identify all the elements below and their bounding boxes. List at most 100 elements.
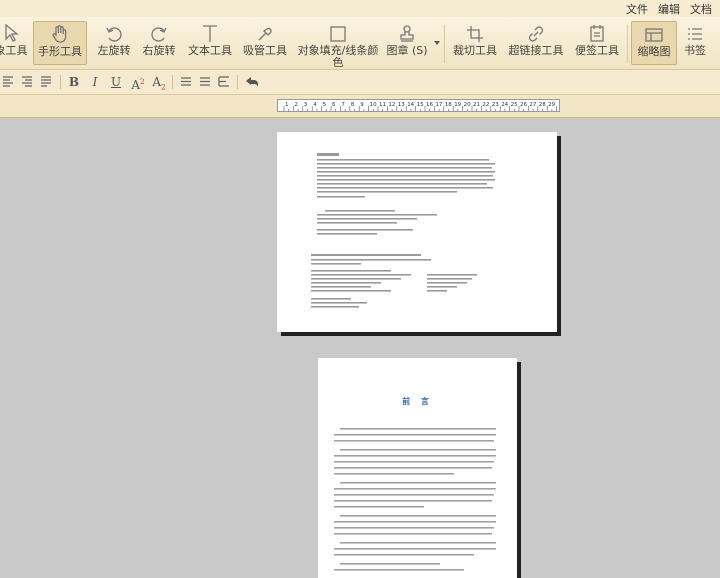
hand-tool-button[interactable]: 手形工具 (33, 21, 87, 65)
tool-label: 超链接工具 (508, 44, 564, 57)
tool-label: 书签 (684, 44, 706, 57)
eyedropper-tool-button[interactable]: 吸管工具 (240, 21, 290, 65)
tool-label: 右旋转 (142, 44, 176, 57)
select-object-tool-button[interactable]: 象工具 (0, 21, 28, 65)
justify-button[interactable] (38, 73, 54, 91)
note-icon (572, 21, 622, 43)
bookmark-list-icon (680, 21, 710, 43)
ruler-tick-label: 29 (548, 102, 555, 108)
bookmark-button[interactable]: 书签 (680, 21, 710, 65)
align-right-button[interactable] (19, 73, 35, 91)
tool-label: 吸管工具 (243, 44, 287, 57)
menu-edit[interactable]: 编辑 (658, 1, 680, 17)
ruler-tick-label: 16 (426, 102, 433, 108)
ruler-tick-label: 10 (370, 102, 377, 108)
tool-label: 裁切工具 (453, 44, 497, 57)
ruler-tick-label: 14 (407, 102, 414, 108)
rotate-right-button[interactable]: 右旋转 (138, 21, 180, 65)
italic-button[interactable]: I (87, 73, 103, 91)
format-divider (60, 75, 61, 89)
format-bar: B I U A2 A2 (0, 70, 720, 95)
note-tool-button[interactable]: 便签工具 (572, 21, 622, 65)
page-2-text-content (334, 428, 496, 571)
ruler-tick-label: 21 (473, 102, 480, 108)
thumbnail-icon (632, 22, 676, 44)
thumbnail-view-button[interactable]: 缩略图 (631, 21, 677, 65)
ruler-tick-label: 28 (539, 102, 546, 108)
fill-stroke-color-button[interactable]: 对象填充/线条颜色 (296, 21, 380, 69)
undo-arrow-icon (246, 77, 258, 87)
ruler-tick-label: 25 (511, 102, 518, 108)
ruler-tick-label: 15 (417, 102, 424, 108)
paragraph-spacing-button[interactable] (197, 73, 213, 91)
text-t-icon (185, 21, 235, 43)
ruler-tick-label: 3 (304, 102, 308, 108)
underline-button[interactable]: U (108, 73, 124, 91)
ruler-tick-label: 18 (445, 102, 452, 108)
horizontal-ruler[interactable]: 1 2 3 4 5 6 7 8 9 10 11 12 13 14 15 16 17 18 19 20 21 22 23 24 2… (277, 99, 560, 112)
format-divider (172, 75, 173, 89)
ruler-tick-label: 12 (388, 102, 395, 108)
link-icon (506, 21, 566, 43)
text-tool-button[interactable]: 文本工具 (185, 21, 235, 65)
justify-icon (41, 76, 51, 87)
menu-bar: 文件 编辑 文档 (0, 0, 720, 17)
stamp-icon (384, 21, 430, 43)
stamp-dropdown-caret-icon[interactable] (434, 41, 440, 45)
ruler-tick-label: 5 (323, 102, 327, 108)
page-1-text-content (311, 153, 495, 308)
ruler-tick-label: 6 (332, 102, 336, 108)
tool-label: 对象填充/线条颜色 (297, 44, 379, 69)
ruler-tick-label: 23 (492, 102, 499, 108)
align-right-icon (22, 76, 32, 87)
stamp-tool-button[interactable]: 图章 (S) (384, 21, 430, 65)
format-divider (237, 75, 238, 89)
ruler-tick-label: 22 (482, 102, 489, 108)
eyedropper-icon (240, 21, 290, 43)
pdf-page-1[interactable] (277, 132, 557, 332)
ruler-tick-label: 20 (464, 102, 471, 108)
indent-icon (218, 76, 229, 87)
ruler-tick-label: 9 (360, 102, 364, 108)
toolbar-divider (444, 25, 445, 63)
tool-label: 便签工具 (575, 44, 619, 57)
document-workspace[interactable]: 前 言 (0, 118, 720, 578)
crop-tool-button[interactable]: 裁切工具 (450, 21, 500, 65)
tool-ribbon: 象工具 手形工具 左旋转 右旋转 文本工具 吸管工具 对象填充/ (0, 17, 720, 70)
rotate-left-button[interactable]: 左旋转 (93, 21, 135, 65)
ruler-strip: 1 2 3 4 5 6 7 8 9 10 11 12 13 14 15 16 17 18 19 20 21 22 23 24 2… (0, 95, 720, 118)
tool-label: 文本工具 (188, 44, 232, 57)
menu-document[interactable]: 文档 (690, 1, 712, 17)
rotate-right-icon (138, 21, 180, 43)
align-left-icon (3, 76, 13, 87)
superscript-button[interactable]: A2 (129, 73, 147, 92)
ruler-tick-label: 8 (351, 102, 355, 108)
ruler-tick-label: 7 (341, 102, 345, 108)
ruler-tick-label: 2 (294, 102, 298, 108)
undo-button[interactable] (243, 73, 261, 91)
ruler-tick-label: 4 (313, 102, 317, 108)
pdf-page-2[interactable]: 前 言 (318, 358, 517, 578)
menu-file[interactable]: 文件 (626, 1, 648, 17)
hyperlink-tool-button[interactable]: 超链接工具 (506, 21, 566, 65)
tool-label: 图章 (S) (386, 44, 428, 57)
ruler-tick-label: 1 (285, 102, 289, 108)
subscript-mark: 2 (161, 83, 166, 92)
indent-button[interactable] (216, 73, 232, 91)
rotate-left-icon (93, 21, 135, 43)
tool-label: 手形工具 (38, 45, 82, 58)
subscript-button[interactable]: A2 (150, 73, 168, 91)
fill-box-icon (296, 21, 380, 43)
line-spacing-button[interactable] (178, 73, 194, 91)
tool-label: 缩略图 (637, 45, 671, 58)
ruler-tick-label: 17 (435, 102, 442, 108)
bold-button[interactable]: B (66, 73, 82, 91)
subscript-letter: A (152, 75, 162, 89)
ruler-tick-label: 13 (398, 102, 405, 108)
ruler-tick-label: 19 (454, 102, 461, 108)
tool-label: 象工具 (0, 44, 28, 57)
select-arrow-icon (0, 21, 28, 43)
align-left-button[interactable] (0, 73, 16, 91)
ruler-tick-label: 11 (379, 102, 386, 108)
hand-icon (34, 22, 86, 44)
